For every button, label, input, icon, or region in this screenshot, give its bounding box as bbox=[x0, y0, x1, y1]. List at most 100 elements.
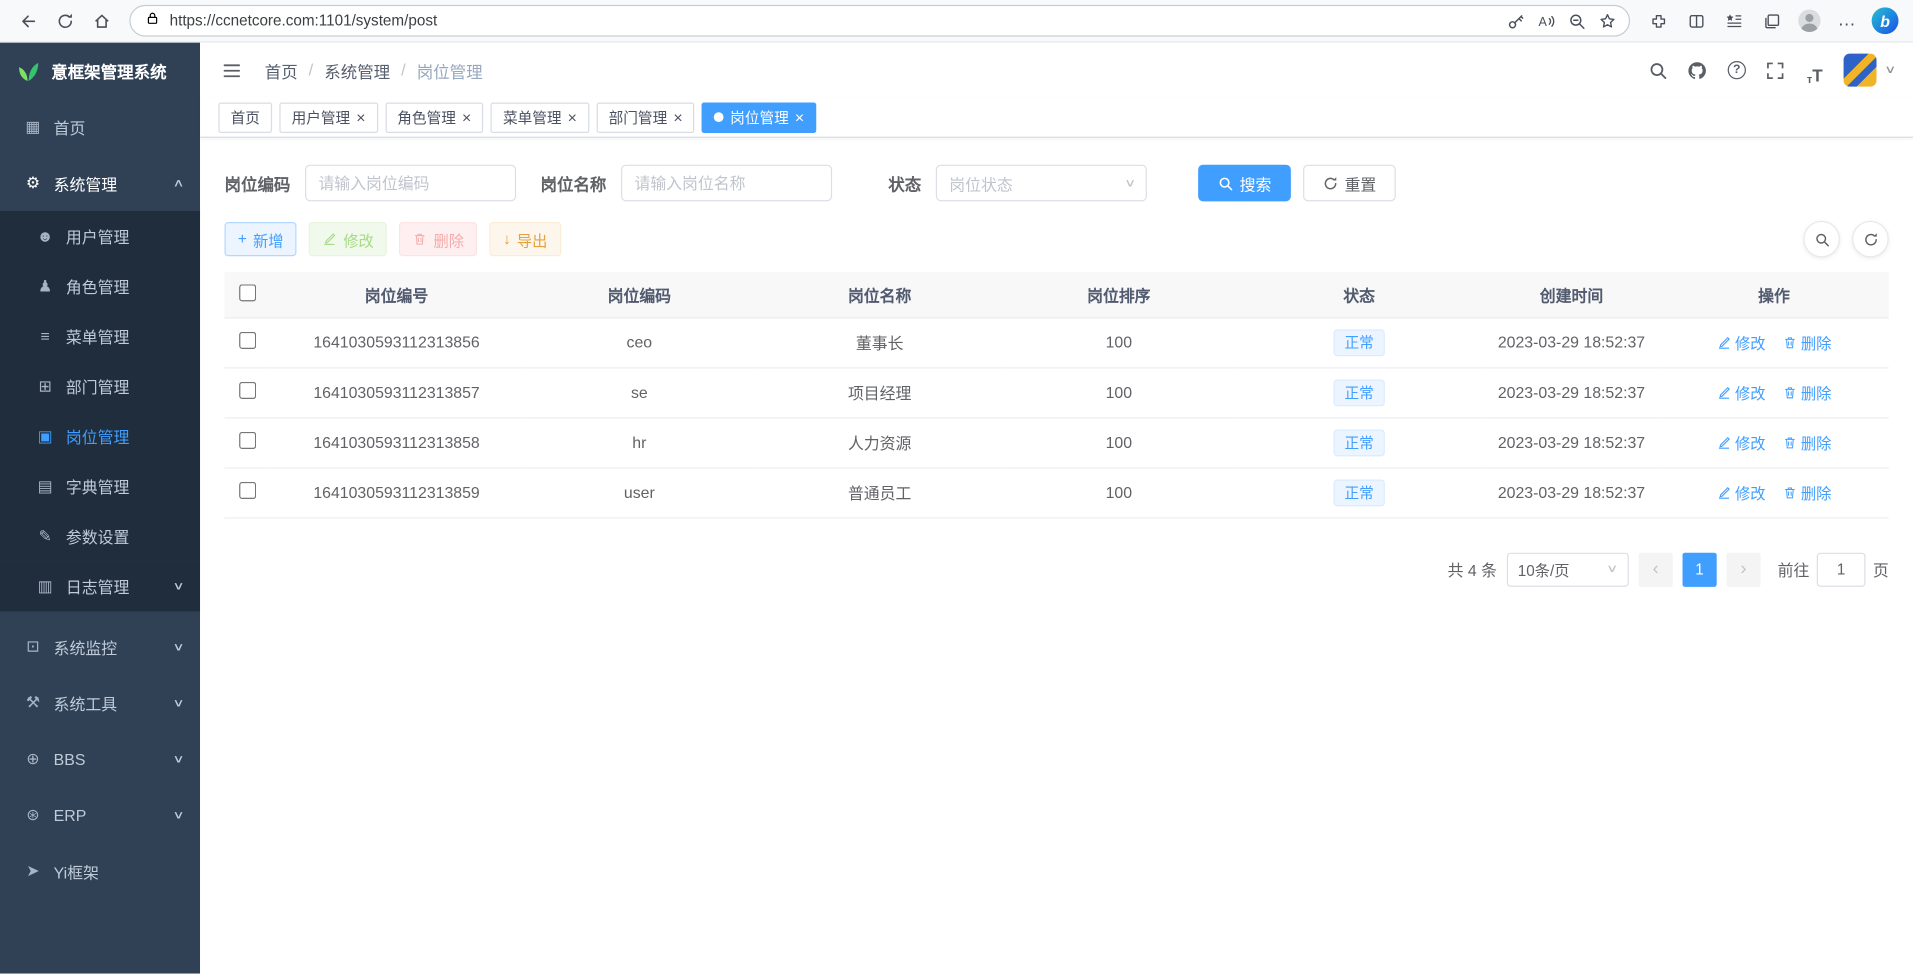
status-label: 状态 bbox=[888, 171, 936, 195]
refresh-icon[interactable] bbox=[46, 4, 83, 38]
favorites-bar-icon[interactable] bbox=[1715, 4, 1752, 38]
zoom-out-icon[interactable] bbox=[1562, 4, 1591, 38]
sidebar-item-bbs[interactable]: ⊕BBS∨ bbox=[0, 731, 200, 787]
tab-部门管理[interactable]: 部门管理× bbox=[596, 102, 694, 133]
back-icon[interactable] bbox=[10, 4, 47, 38]
delete-link[interactable]: 删除 bbox=[1783, 381, 1832, 404]
tab-菜单管理[interactable]: 菜单管理× bbox=[491, 102, 589, 133]
tab-角色管理[interactable]: 角色管理× bbox=[385, 102, 483, 133]
refresh-table-icon[interactable] bbox=[1852, 221, 1889, 258]
pagination: 共 4 条 10条/页 ∨ ‹ 1 › 前往 页 bbox=[224, 552, 1888, 586]
column-header: 岗位排序 bbox=[1003, 272, 1235, 317]
prev-page-button[interactable]: ‹ bbox=[1639, 552, 1673, 586]
tab-岗位管理[interactable]: 岗位管理× bbox=[702, 102, 816, 133]
trash-icon bbox=[1783, 435, 1798, 450]
bing-icon[interactable]: b bbox=[1867, 4, 1904, 38]
sidebar-item-role-management[interactable]: ♟角色管理 bbox=[0, 261, 200, 311]
edit-link[interactable]: 修改 bbox=[1717, 381, 1766, 404]
toggle-search-icon[interactable] bbox=[1803, 221, 1840, 258]
sidebar-item-system-management[interactable]: ⚙系统管理∧ bbox=[0, 155, 200, 211]
row-checkbox[interactable] bbox=[239, 482, 256, 499]
select-all-checkbox[interactable] bbox=[239, 284, 256, 301]
sidebar-item-log-management[interactable]: ▥日志管理∨ bbox=[0, 561, 200, 611]
export-button[interactable]: ↓导出 bbox=[490, 222, 561, 256]
paper-plane-icon: ➤ bbox=[23, 861, 43, 881]
cell-post-code: user bbox=[522, 467, 756, 517]
column-header: 岗位名称 bbox=[756, 272, 1002, 317]
read-aloud-icon[interactable]: A bbox=[1531, 4, 1560, 38]
table-tools bbox=[1803, 221, 1888, 258]
status-select-placeholder: 岗位状态 bbox=[949, 171, 1012, 194]
column-header: 状态 bbox=[1235, 272, 1484, 317]
close-icon[interactable]: × bbox=[673, 109, 682, 125]
sidebar-item-dept-management[interactable]: ⊞部门管理 bbox=[0, 361, 200, 411]
delete-link[interactable]: 删除 bbox=[1783, 331, 1832, 354]
github-icon[interactable] bbox=[1683, 56, 1712, 85]
edit-link[interactable]: 修改 bbox=[1717, 431, 1766, 454]
sidebar-item-system-monitor[interactable]: ⊡系统监控∨ bbox=[0, 619, 200, 675]
tab-首页[interactable]: 首页 bbox=[218, 102, 272, 133]
close-icon[interactable]: × bbox=[462, 109, 471, 125]
sidebar-item-dict-management[interactable]: ▤字典管理 bbox=[0, 461, 200, 511]
split-screen-icon[interactable] bbox=[1678, 4, 1715, 38]
goto-label: 前往 bbox=[1778, 558, 1810, 581]
row-checkbox[interactable] bbox=[239, 432, 256, 449]
close-icon[interactable]: × bbox=[356, 109, 365, 125]
sidebar-item-erp[interactable]: ⊛ERP∨ bbox=[0, 787, 200, 843]
fullscreen-icon[interactable] bbox=[1761, 56, 1790, 85]
font-size-icon[interactable]: тT bbox=[1800, 56, 1829, 85]
search-button[interactable]: 搜索 bbox=[1198, 165, 1291, 202]
sidebar-item-label: 角色管理 bbox=[66, 275, 129, 298]
delete-button[interactable]: 删除 bbox=[399, 222, 477, 256]
delete-link[interactable]: 删除 bbox=[1783, 481, 1832, 504]
sidebar-item-menu-management[interactable]: ≡菜单管理 bbox=[0, 311, 200, 361]
avatar-caret-icon[interactable]: ∨ bbox=[1885, 63, 1897, 76]
edit-button[interactable]: 修改 bbox=[309, 222, 387, 256]
password-key-icon[interactable] bbox=[1501, 4, 1530, 38]
add-button[interactable]: +新增 bbox=[224, 222, 296, 256]
row-checkbox[interactable] bbox=[239, 382, 256, 399]
post-name-input[interactable] bbox=[621, 165, 832, 202]
browser-menu-icon[interactable]: … bbox=[1829, 4, 1866, 38]
close-icon[interactable]: × bbox=[568, 109, 577, 125]
sidebar-item-system-tools[interactable]: ⚒系统工具∨ bbox=[0, 675, 200, 731]
leaf-logo-icon bbox=[16, 58, 42, 84]
filter-post-name: 岗位名称 bbox=[541, 165, 833, 202]
column-header: 岗位编号 bbox=[271, 272, 522, 317]
briefcase-icon: ▣ bbox=[35, 426, 55, 446]
address-bar[interactable]: https://ccnetcore.com:1101/system/post A bbox=[129, 5, 1630, 37]
search-icon[interactable] bbox=[1644, 56, 1673, 85]
post-code-input[interactable] bbox=[305, 165, 516, 202]
collections-icon[interactable] bbox=[1753, 4, 1790, 38]
close-icon[interactable]: × bbox=[795, 109, 804, 125]
edit-link[interactable]: 修改 bbox=[1717, 481, 1766, 504]
cell-post-name: 普通员工 bbox=[756, 467, 1002, 517]
help-icon[interactable]: ? bbox=[1722, 56, 1751, 85]
profile-avatar-icon[interactable] bbox=[1791, 4, 1828, 38]
sidebar-toggle-icon[interactable] bbox=[218, 57, 245, 84]
app-logo[interactable]: 意框架管理系统 bbox=[0, 43, 200, 99]
favorite-star-icon[interactable] bbox=[1592, 4, 1621, 38]
delete-link[interactable]: 删除 bbox=[1783, 431, 1832, 454]
breadcrumb-item[interactable]: 系统管理 bbox=[324, 58, 390, 82]
row-checkbox[interactable] bbox=[239, 332, 256, 349]
sidebar-item-post-management[interactable]: ▣岗位管理 bbox=[0, 411, 200, 461]
gear-icon: ⚙ bbox=[23, 173, 43, 193]
sidebar-item-param-settings[interactable]: ✎参数设置 bbox=[0, 511, 200, 561]
next-page-button[interactable]: › bbox=[1726, 552, 1760, 586]
status-select[interactable]: 岗位状态 ∨ bbox=[936, 165, 1147, 202]
extensions-puzzle-icon[interactable] bbox=[1640, 4, 1677, 38]
breadcrumb-item[interactable]: 首页 bbox=[265, 58, 298, 82]
page-number-1[interactable]: 1 bbox=[1682, 552, 1716, 586]
sidebar-item-yi-framework[interactable]: ➤Yi框架 bbox=[0, 843, 200, 899]
tab-用户管理[interactable]: 用户管理× bbox=[279, 102, 377, 133]
edit-link[interactable]: 修改 bbox=[1717, 331, 1766, 354]
reset-button[interactable]: 重置 bbox=[1303, 165, 1396, 202]
sidebar-item-home[interactable]: ▦首页 bbox=[0, 99, 200, 155]
goto-page-input[interactable] bbox=[1817, 552, 1866, 586]
column-header: 操作 bbox=[1659, 272, 1888, 317]
home-icon[interactable] bbox=[83, 4, 120, 38]
user-avatar[interactable] bbox=[1844, 54, 1877, 87]
sidebar-item-user-management[interactable]: ☻用户管理 bbox=[0, 211, 200, 261]
page-size-select[interactable]: 10条/页 ∨ bbox=[1507, 552, 1629, 586]
